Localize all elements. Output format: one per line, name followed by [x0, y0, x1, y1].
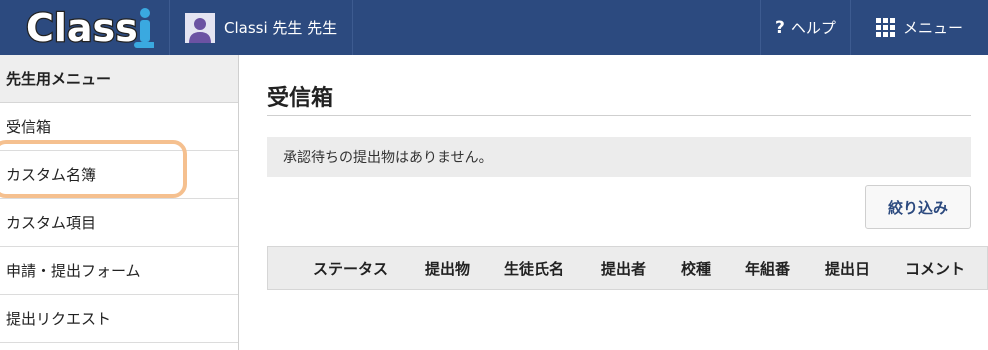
sidebar-heading: 先生用メニュー — [0, 55, 238, 103]
column-class-number[interactable]: 年組番 — [745, 247, 790, 289]
classi-logo-mark: Class — [25, 5, 154, 51]
column-submitter[interactable]: 提出者 — [601, 247, 646, 289]
help-label: ヘルプ — [790, 19, 836, 37]
title-divider — [267, 115, 971, 116]
column-comment[interactable]: コメント — [905, 247, 965, 289]
sidebar-item-application-forms[interactable]: 申請・提出フォーム — [0, 247, 238, 295]
help-button[interactable]: ? ヘルプ — [760, 0, 850, 55]
menu-button[interactable]: メニュー — [850, 0, 988, 55]
question-icon: ? — [775, 17, 785, 38]
sidebar-item-label: 申請・提出フォーム — [6, 262, 141, 280]
grid-menu-icon — [875, 18, 895, 37]
column-submission[interactable]: 提出物 — [425, 247, 470, 289]
filter-button[interactable]: 絞り込み — [865, 185, 971, 229]
svg-text:Class: Class — [26, 6, 138, 50]
sidebar-item-inbox[interactable]: 受信箱 — [0, 103, 238, 151]
top-header: Class Classi 先生 先生 ? ヘルプ メニュー — [0, 0, 988, 55]
sidebar-item-custom-fields[interactable]: カスタム項目 — [0, 199, 238, 247]
sidebar-item-label: カスタム項目 — [6, 214, 97, 232]
user-name: Classi 先生 先生 — [224, 19, 338, 37]
sidebar-item-label: カスタム名簿 — [6, 166, 97, 184]
page-title: 受信箱 — [267, 86, 334, 111]
sidebar-item-label: 提出リクエスト — [6, 310, 112, 328]
column-school-type[interactable]: 校種 — [681, 247, 711, 289]
column-status[interactable]: ステータス — [313, 247, 388, 289]
menu-label: メニュー — [902, 19, 963, 37]
sidebar: 先生用メニュー 受信箱 カスタム名簿 カスタム項目 申請・提出フォーム 提出リク… — [0, 55, 239, 350]
table-header: ステータス 提出物 生徒氏名 提出者 校種 年組番 提出日 コメント — [267, 246, 988, 290]
classi-logo[interactable]: Class — [0, 0, 170, 55]
sidebar-item-custom-roster[interactable]: カスタム名簿 — [0, 151, 238, 199]
user-avatar-icon — [185, 12, 215, 43]
sidebar-item-label: 受信箱 — [6, 118, 52, 136]
user-menu[interactable]: Classi 先生 先生 — [171, 0, 353, 55]
sidebar-item-submission-requests[interactable]: 提出リクエスト — [0, 295, 238, 343]
column-submitted-date[interactable]: 提出日 — [825, 247, 870, 289]
column-student-name[interactable]: 生徒氏名 — [504, 247, 564, 289]
empty-notice: 承認待ちの提出物はありません。 — [267, 137, 971, 177]
